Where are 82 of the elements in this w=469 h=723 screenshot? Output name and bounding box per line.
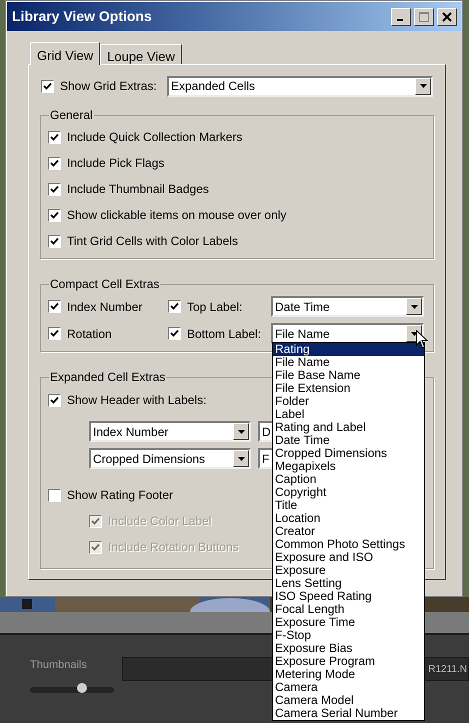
check-icon bbox=[50, 132, 59, 142]
list-option[interactable]: Exposure Program bbox=[273, 655, 424, 668]
checkbox[interactable] bbox=[48, 488, 61, 502]
slider-thumb[interactable] bbox=[77, 682, 88, 692]
check-icon bbox=[43, 82, 52, 90]
list-option[interactable]: File Extension bbox=[273, 382, 424, 395]
checkbox[interactable] bbox=[48, 130, 61, 144]
window-title: Library View Options bbox=[12, 7, 153, 26]
tab[interactable]: Loupe View bbox=[100, 44, 182, 64]
list-option[interactable]: Metering Mode bbox=[273, 668, 424, 681]
dropdown-field[interactable]: Expanded Cells bbox=[167, 76, 433, 96]
checkbox[interactable] bbox=[48, 156, 61, 170]
close-icon[interactable] bbox=[437, 8, 457, 26]
checkbox-label: Include Quick Collection Markers bbox=[67, 129, 242, 146]
checkbox-label: Include Pick Flags bbox=[67, 155, 164, 172]
check-icon bbox=[50, 236, 59, 246]
list-option[interactable]: Label bbox=[273, 408, 424, 421]
dropdown-field[interactable]: Cropped Dimensions bbox=[89, 448, 251, 469]
list-option[interactable]: Creator bbox=[273, 525, 424, 538]
list-option[interactable]: Exposure bbox=[273, 564, 424, 577]
group-title: Compact Cell Extras bbox=[49, 276, 160, 293]
check-icon bbox=[50, 396, 59, 404]
check-icon bbox=[50, 329, 59, 338]
checkbox-label: Show Rating Footer bbox=[67, 487, 174, 504]
check-icon bbox=[170, 329, 179, 338]
checkbox[interactable] bbox=[41, 80, 54, 92]
minimize-icon[interactable] bbox=[391, 8, 411, 26]
checkbox-label: Tint Grid Cells with Color Labels bbox=[67, 233, 238, 250]
checkbox-label: Top Label: bbox=[187, 298, 242, 316]
checkbox[interactable] bbox=[48, 234, 61, 248]
list-option[interactable]: Lens Setting bbox=[273, 577, 424, 590]
list-option[interactable]: Rating bbox=[273, 343, 424, 356]
checkbox-label: Show Header with Labels: bbox=[67, 392, 206, 409]
list-option[interactable]: Megapixels bbox=[273, 460, 424, 473]
checkbox[interactable] bbox=[48, 300, 61, 313]
checkbox-label: Rotation bbox=[67, 326, 112, 342]
check-icon bbox=[91, 542, 100, 552]
checkbox[interactable] bbox=[48, 394, 61, 406]
list-option[interactable]: Focal Length bbox=[273, 603, 424, 616]
tab[interactable]: Grid View bbox=[30, 42, 100, 65]
list-option[interactable]: Location bbox=[273, 512, 424, 525]
list-option[interactable]: Caption bbox=[273, 473, 424, 486]
checkbox-label: Include Thumbnail Badges bbox=[67, 181, 209, 198]
maximize-icon[interactable] bbox=[414, 8, 434, 26]
file-name: R1211.N bbox=[428, 662, 467, 676]
list-option[interactable]: Common Photo Settings bbox=[273, 538, 424, 551]
checkbox[interactable] bbox=[168, 300, 181, 313]
list-option[interactable]: Exposure Bias bbox=[273, 642, 424, 655]
check-icon bbox=[50, 302, 59, 311]
list-option[interactable]: Date Time bbox=[273, 434, 424, 447]
dropdown-field[interactable]: Date Time bbox=[271, 296, 424, 317]
list-option[interactable]: Cropped Dimensions bbox=[273, 447, 424, 460]
check-icon bbox=[170, 302, 179, 311]
checkbox-label: Index Number bbox=[67, 298, 142, 316]
list-option[interactable]: ISO Speed Rating bbox=[273, 590, 424, 603]
list-option[interactable]: Title bbox=[273, 499, 424, 512]
check-icon bbox=[50, 158, 59, 168]
group-title: General bbox=[49, 107, 94, 124]
list-option[interactable]: Camera Serial Number bbox=[273, 707, 424, 720]
list-option[interactable]: Copyright bbox=[273, 486, 424, 499]
check-icon bbox=[50, 210, 59, 220]
list-option[interactable]: File Base Name bbox=[273, 369, 424, 382]
checkbox[interactable] bbox=[48, 327, 61, 340]
dropdown-field[interactable]: Index Number bbox=[89, 421, 251, 442]
list-option[interactable]: Exposure and ISO bbox=[273, 551, 424, 564]
list-option[interactable]: Camera Model bbox=[273, 694, 424, 707]
check-icon bbox=[50, 184, 59, 194]
checkbox-label: Show Grid Extras: bbox=[60, 78, 157, 95]
list-option[interactable]: Rating and Label bbox=[273, 421, 424, 434]
checkbox[interactable] bbox=[48, 208, 61, 222]
list-option[interactable]: Camera bbox=[273, 681, 424, 694]
list-option[interactable]: Exposure Time bbox=[273, 616, 424, 629]
group-title: Expanded Cell Extras bbox=[49, 369, 166, 386]
list-option[interactable]: Folder bbox=[273, 395, 424, 408]
list-option[interactable]: F-Stop bbox=[273, 629, 424, 642]
thumbnails-label: Thumbnails bbox=[30, 658, 88, 673]
checkbox[interactable] bbox=[48, 182, 61, 196]
checkbox[interactable] bbox=[168, 327, 181, 340]
checkbox-label: Bottom Label: bbox=[187, 326, 262, 342]
checkbox-label: Show clickable items on mouse over only bbox=[67, 207, 286, 224]
check-icon bbox=[91, 516, 100, 526]
list-option[interactable]: File Name bbox=[273, 356, 424, 369]
